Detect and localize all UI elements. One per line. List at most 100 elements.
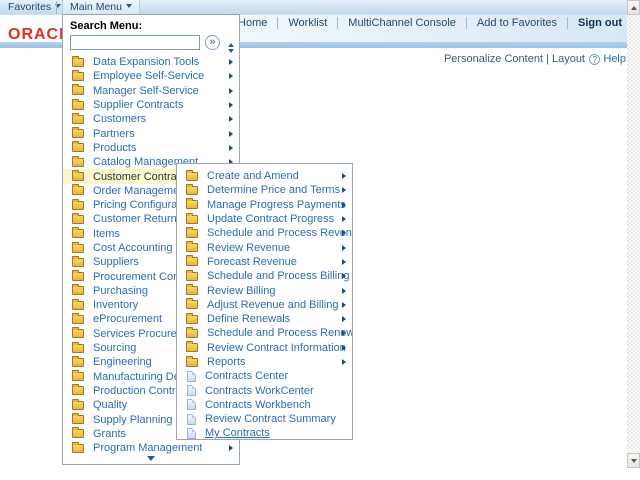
submenu-arrow-icon — [342, 359, 346, 365]
folder-icon — [72, 227, 84, 239]
menu-item-label: Cost Accounting — [93, 242, 173, 254]
down-arrow-icon — [630, 458, 637, 463]
menu-item-label: Items — [93, 227, 120, 240]
folder-icon — [186, 312, 198, 324]
folder-icon — [72, 312, 84, 324]
submenu-item-review-revenue[interactable]: Review Revenue — [177, 240, 352, 254]
submenu-item-forecast-revenue[interactable]: Forecast Revenue — [177, 255, 352, 269]
search-menu-label: Search Menu: — [70, 20, 143, 32]
menu-item-program-management[interactable]: Program Management — [63, 441, 239, 455]
menu-item-label: Manager Self-Service — [93, 84, 199, 97]
folder-icon — [72, 84, 84, 96]
menu-item-partners[interactable]: Partners — [63, 126, 239, 140]
chevron-down-icon — [125, 4, 132, 8]
submenu-item-create-and-amend[interactable]: Create and Amend — [177, 169, 352, 183]
tab-main-menu[interactable]: Main Menu — [62, 0, 140, 15]
submenu-arrow-icon — [229, 130, 233, 137]
menu-item-label: Adjust Revenue and Billing — [207, 298, 339, 311]
folder-icon — [72, 55, 84, 67]
resize-up-arrow-icon — [228, 43, 234, 47]
menu-item-products[interactable]: Products — [63, 141, 239, 155]
submenu-item-manage-progress-payments[interactable]: Manage Progress Payments — [177, 198, 352, 212]
submenu-item-determine-price-and-terms[interactable]: Determine Price and Terms — [177, 183, 352, 197]
menu-resize-icon[interactable] — [228, 43, 234, 53]
folder-icon — [72, 413, 84, 425]
folder-icon — [72, 384, 84, 396]
submenu-item-schedule-and-process-renewals[interactable]: Schedule and Process Renewals — [177, 326, 352, 340]
folder-icon — [186, 226, 198, 238]
submenu-item-reports[interactable]: Reports — [177, 355, 352, 369]
folder-icon — [72, 355, 84, 367]
scrollbar-up-button[interactable] — [627, 0, 640, 15]
menu-item-label: Review Contract Summary — [205, 413, 336, 426]
menu-scroll-down-icon[interactable] — [63, 456, 239, 461]
submenu-items: Create and Amend Determine Price and Term… — [177, 169, 352, 441]
menu-item-data-expansion-tools[interactable]: Data Expansion Tools — [63, 55, 239, 69]
menu-item-customers[interactable]: Customers — [63, 112, 239, 126]
folder-icon — [72, 127, 84, 139]
menu-item-label: Contracts WorkCenter — [205, 384, 314, 397]
nav-link-sign-out[interactable]: Sign out — [568, 17, 622, 29]
submenu-arrow-icon — [342, 330, 346, 337]
menu-item-label: Schedule and Process Renewals — [207, 327, 352, 340]
menu-item-label: My Contracts — [205, 427, 270, 440]
up-arrow-icon — [630, 5, 637, 10]
submenu-item-adjust-revenue-and-billing[interactable]: Adjust Revenue and Billing — [177, 298, 352, 312]
submenu-arrow-icon — [342, 173, 346, 180]
menu-item-label: Schedule and Process Revenue — [207, 227, 352, 240]
submenu-item-schedule-and-process-revenue[interactable]: Schedule and Process Revenue — [177, 226, 352, 240]
page-scrollbar[interactable] — [627, 0, 640, 468]
folder-icon — [72, 69, 84, 81]
document-icon — [187, 370, 196, 382]
folder-icon — [72, 170, 84, 182]
folder-icon — [186, 183, 198, 195]
down-arrow-icon — [147, 456, 155, 461]
submenu-item-review-contract-summary[interactable]: Review Contract Summary — [177, 412, 352, 426]
folder-icon — [72, 98, 84, 110]
submenu-item-update-contract-progress[interactable]: Update Contract Progress — [177, 212, 352, 226]
menu-item-employee-self-service[interactable]: Employee Self-Service — [63, 69, 239, 83]
submenu-arrow-icon — [342, 187, 346, 194]
folder-icon — [186, 341, 198, 353]
menu-item-manager-self-service[interactable]: Manager Self-Service — [63, 84, 239, 98]
folder-icon — [72, 298, 84, 310]
folder-icon — [72, 255, 84, 267]
help-label: Help — [603, 53, 626, 65]
document-icon — [187, 385, 196, 397]
menu-item-label: Customers — [93, 113, 147, 126]
tab-favorites-label: Favorites — [8, 1, 52, 13]
tab-main-menu-label: Main Menu — [70, 1, 122, 13]
menu-item-label: Review Revenue — [207, 241, 291, 254]
submenu-arrow-icon — [342, 201, 346, 208]
submenu-arrow-icon — [229, 102, 233, 109]
menu-item-label: Products — [93, 141, 137, 154]
submenu-item-define-renewals[interactable]: Define Renewals — [177, 312, 352, 326]
nav-link-worklist[interactable]: Worklist — [278, 16, 339, 29]
submenu-item-review-contract-information[interactable]: Review Contract Information — [177, 341, 352, 355]
submenu-item-my-contracts[interactable]: My Contracts — [177, 426, 352, 440]
menu-item-supplier-contracts[interactable]: Supplier Contracts — [63, 98, 239, 112]
submenu-item-contracts-workcenter[interactable]: Contracts WorkCenter — [177, 383, 352, 397]
help-icon: ? — [589, 53, 601, 65]
nav-link-multichannel-console[interactable]: MultiChannel Console — [338, 16, 467, 29]
submenu-arrow-icon — [342, 273, 346, 280]
submenu-item-schedule-and-process-billing[interactable]: Schedule and Process Billing — [177, 269, 352, 283]
personalize-content-layout-link[interactable]: Personalize Content | Layout — [444, 53, 585, 65]
search-input[interactable] — [70, 35, 200, 50]
submenu-arrow-icon — [229, 116, 233, 123]
help-link[interactable]: ? Help — [589, 53, 626, 65]
menu-item-label: Program Management — [93, 442, 203, 455]
submenu-item-contracts-workbench[interactable]: Contracts Workbench — [177, 398, 352, 412]
submenu-item-contracts-center[interactable]: Contracts Center — [177, 369, 352, 383]
menu-item-label: Determine Price and Terms — [207, 184, 341, 197]
submenu-item-review-billing[interactable]: Review Billing — [177, 283, 352, 297]
folder-icon — [72, 284, 84, 296]
nav-link-add-to-favorites[interactable]: Add to Favorites — [467, 16, 568, 29]
submenu-arrow-icon — [342, 230, 346, 237]
scrollbar-down-button[interactable] — [627, 453, 640, 468]
submenu-arrow-icon — [229, 59, 233, 66]
menu-item-label: Reports — [207, 356, 246, 368]
search-go-button[interactable]: » — [205, 35, 220, 50]
menu-item-label: Supplier Contracts — [93, 99, 184, 112]
submenu-arrow-icon — [342, 216, 346, 223]
